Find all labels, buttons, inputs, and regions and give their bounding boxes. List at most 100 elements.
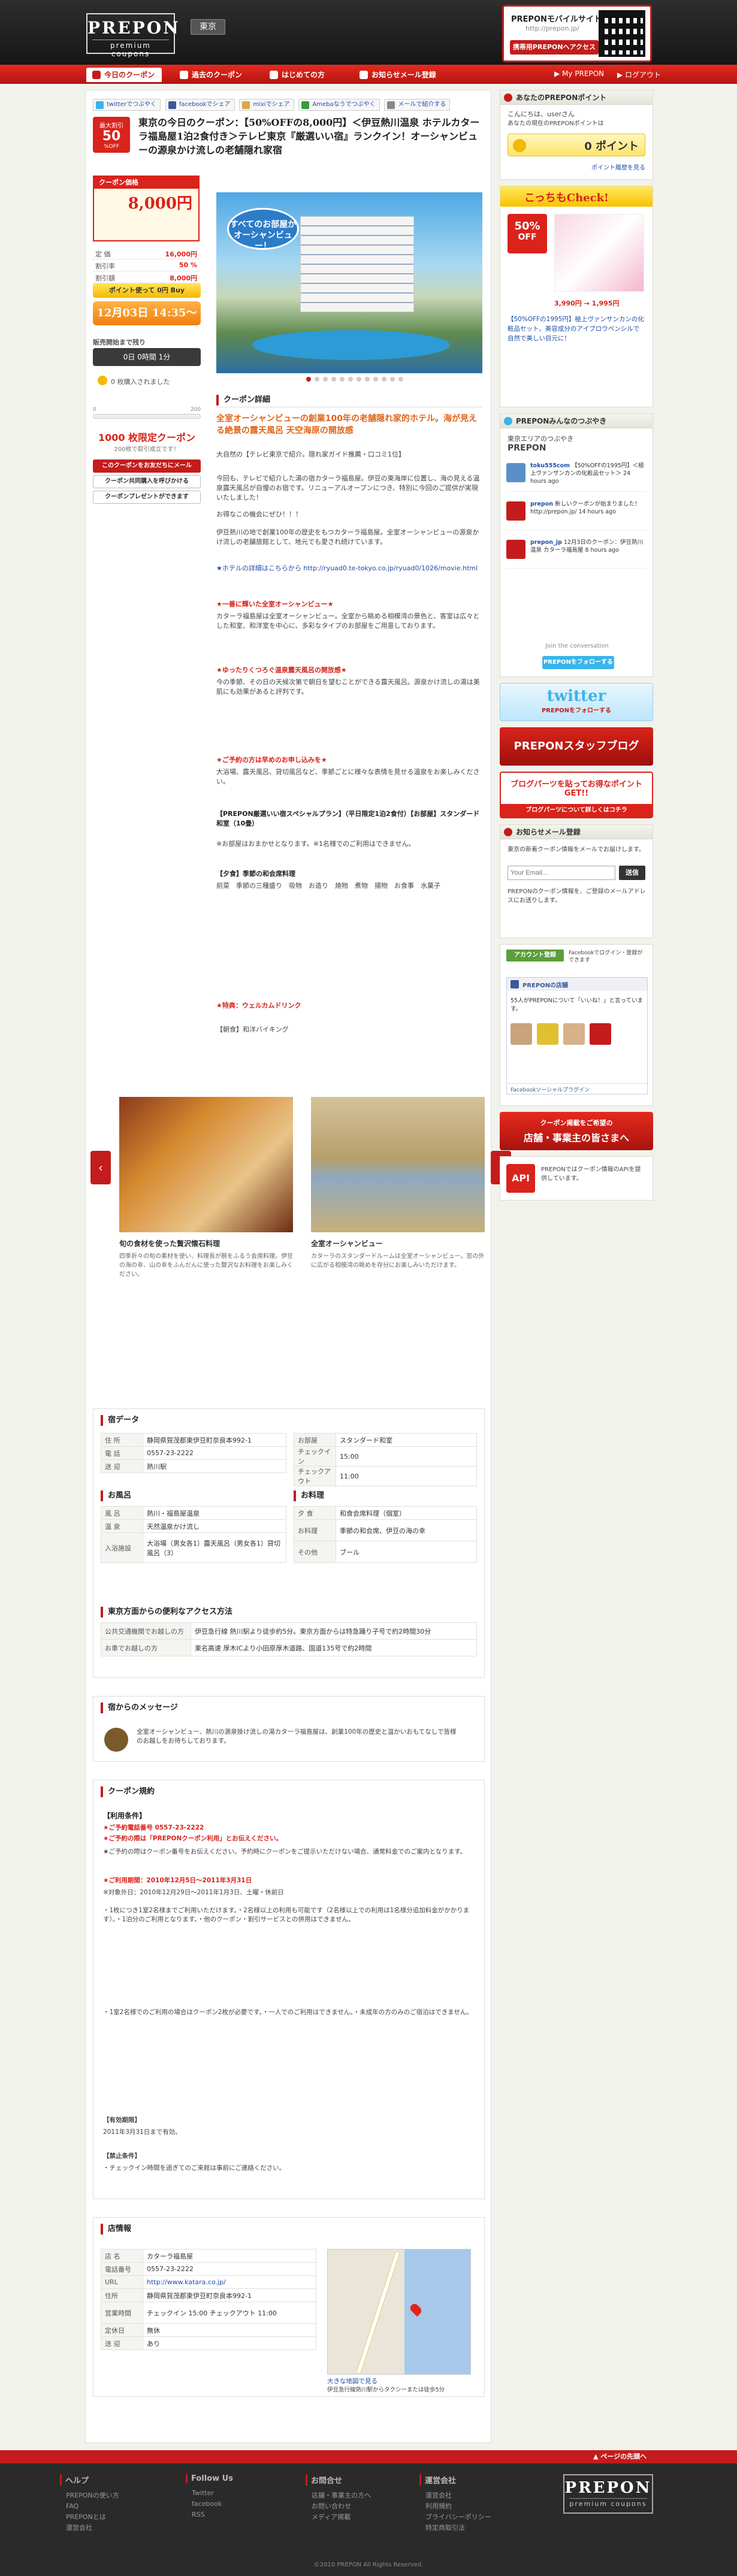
slider-prev-button[interactable]: ‹ — [90, 1151, 111, 1184]
footer-link[interactable]: FAQ — [60, 2501, 168, 2512]
main-nav: 今日のクーポン 過去のクーポン はじめての方 お知らせメール登録 ▶ My PR… — [0, 65, 737, 84]
use-points-button[interactable]: ポイント使って 0円 Buy — [93, 283, 201, 298]
pager-dot[interactable] — [357, 377, 361, 382]
footer-link[interactable]: 特定商取引法 — [419, 2523, 527, 2533]
avatar[interactable] — [506, 463, 525, 482]
avatar[interactable] — [506, 540, 525, 559]
pager-dot[interactable] — [323, 377, 328, 382]
detail-text: 今回も、テレビで紹介した湯の宿カターラ福島屋。伊豆の東海岸に位置し、海の見える温… — [216, 474, 480, 501]
page-top-link[interactable]: ▲ ページの先頭へ — [593, 2450, 659, 2463]
mobile-access-button[interactable]: 携帯用PREPONへアクセス — [510, 40, 599, 55]
footer-link[interactable]: 利用規約 — [419, 2501, 527, 2512]
key: 住 所 — [101, 1433, 143, 1447]
product-image[interactable] — [554, 214, 644, 292]
share-email[interactable]: メールで紹介する — [384, 99, 451, 111]
footer-logo[interactable]: PREPON premium coupons — [563, 2474, 653, 2514]
mobile-url[interactable]: http://prepon.jp/ — [525, 25, 579, 32]
twitter-banner[interactable]: twitter PREPONをフォローする — [500, 683, 653, 721]
footer-link[interactable]: RSS — [186, 2510, 294, 2520]
mail-note: PREPONのクーポン情報を、ご登録のメールアドレスにお送りします。 — [508, 888, 646, 904]
footer-link[interactable]: Twitter — [186, 2488, 294, 2499]
footer-link[interactable]: 店舗・事業主の方へ — [306, 2490, 413, 2501]
pager-dot[interactable] — [340, 377, 345, 382]
store-map[interactable] — [327, 2249, 471, 2375]
footer-col-heading: お問合せ — [306, 2474, 413, 2486]
share-ameba[interactable]: Amebaなうでつぶやく — [298, 99, 380, 111]
avatar[interactable] — [590, 1023, 611, 1045]
pager-dot[interactable] — [306, 377, 311, 382]
footer-link[interactable]: 運営会社 — [60, 2523, 168, 2533]
pager-dot[interactable] — [315, 377, 319, 382]
pager-dot[interactable] — [365, 377, 370, 382]
coin-icon — [513, 139, 526, 152]
footer-link[interactable]: プライバシーポリシー — [419, 2512, 527, 2523]
blog-parts-banner[interactable]: ブログパーツを貼ってお得なポイントGET!! ブログパーツについて詳しくはコチラ — [500, 772, 653, 818]
api-banner[interactable]: API PREPONではクーポン情報のAPIを提供しています。 — [500, 1156, 653, 1201]
hotel-data-box: 宿データ 住 所静岡県賀茂郡東伊豆町奈良本992-1 電 話 0557-23-22… — [93, 1408, 485, 1678]
fb-page-name[interactable]: PREPONの店舗 — [507, 978, 647, 991]
pager-dot[interactable] — [348, 377, 353, 382]
tab-mail-signup[interactable]: お知らせメール登録 — [354, 68, 449, 82]
footer-col-heading: 運営会社 — [419, 2474, 527, 2486]
value: 静岡県賀茂郡東伊豆町奈良本992-1 — [143, 1433, 286, 1447]
tab-past-coupons[interactable]: 過去のクーポン — [174, 68, 252, 82]
my-prepon-link[interactable]: ▶ My PREPON — [554, 69, 604, 78]
detail-lead: 全室オーシャンビューの創業100年の老舗隠れ家的ホテル。海が見える絶景の露天風呂… — [216, 414, 477, 436]
detail-text: 伊豆熱川の地で創業100年の歴史をもつカターラ福島屋。全室オーシャンビューの源泉… — [216, 528, 479, 546]
detail-link[interactable]: ★ホテルの詳細はこちらから http://ryuad0.te-tokyo.co.… — [216, 564, 482, 573]
share-twitter[interactable]: twitterでつぶやく — [93, 99, 161, 111]
footer-link[interactable]: PREPONの使い方 — [60, 2490, 168, 2501]
buy-button[interactable]: 12月03日 14:35～ — [93, 301, 201, 325]
footer-link[interactable]: PREPONとは — [60, 2512, 168, 2523]
account-register-button[interactable]: アカウント登録 — [506, 950, 564, 962]
avatar[interactable] — [511, 1023, 532, 1045]
value: 0557-23-2222 — [143, 2262, 316, 2276]
pager-dot[interactable] — [382, 377, 386, 382]
key: お車でお越しの方 — [101, 1639, 191, 1656]
region-selector[interactable]: 東京 — [191, 19, 225, 35]
pager-dot[interactable] — [331, 377, 336, 382]
fb-plugin-label[interactable]: Facebookソーシャルプラグイン — [507, 1083, 647, 1094]
logout-link[interactable]: ▶ ログアウト — [617, 69, 661, 80]
group-buy-button[interactable]: クーポン共同購入を呼びかける — [93, 475, 201, 488]
mail-friend-button[interactable]: このクーポンをお友だちにメール — [93, 459, 201, 473]
staff-blog-banner[interactable]: PREPONスタッフブログ — [500, 727, 653, 766]
detail-text: 大自然の【テレビ東京で紹介。隠れ家ガイド推薦・口コミ1位】 — [216, 451, 405, 458]
pager-dot[interactable] — [373, 377, 378, 382]
avatar[interactable] — [563, 1023, 585, 1045]
footer-link[interactable]: facebook — [186, 2499, 294, 2510]
tweet-user[interactable]: prepon_jp — [530, 539, 562, 546]
tab-first-time[interactable]: はじめての方 — [264, 68, 342, 82]
footer-link[interactable]: メディア掲載 — [306, 2512, 413, 2523]
share-facebook[interactable]: facebookでシェア — [165, 99, 235, 111]
gift-button[interactable]: クーポンプレゼントができます — [93, 491, 201, 504]
detail-text: 今の季節、その日の天候次第で朝日を望むことができる露天風呂。源泉かけ流しの湯は美… — [216, 678, 480, 696]
avatar[interactable] — [506, 501, 525, 521]
tweet-text: prepon_jp 12月3日のクーポン：伊豆熱川温泉 カターラ福島屋 8 ho… — [530, 539, 644, 554]
photo-slider: ‹ 旬の食材を使った贅沢懐石料理 四季折々の旬の素材を使い、料理長が腕をふるう会… — [90, 1097, 511, 1372]
tweet-user[interactable]: toku555com — [530, 462, 570, 469]
follow-button[interactable]: PREPONをフォローする — [542, 656, 614, 669]
footer-link[interactable]: 運営会社 — [419, 2490, 527, 2501]
facebook-icon — [168, 101, 176, 109]
terms-subheading: 【禁止条件】 — [103, 2152, 141, 2160]
tab-today-coupon[interactable]: 今日のクーポン — [86, 68, 162, 82]
map-large-link[interactable]: 大きな地図で見る — [327, 2377, 471, 2386]
avatar[interactable] — [537, 1023, 558, 1045]
store-recruit-banner[interactable]: クーポン掲載をご希望の 店舗・事業主の皆さまへ — [500, 1112, 653, 1150]
share-mixi[interactable]: mixiでシェア — [239, 99, 294, 111]
pager-dot[interactable] — [398, 377, 403, 382]
pager-dot[interactable] — [390, 377, 395, 382]
site-logo[interactable]: PREPON premium coupons — [86, 13, 179, 58]
point-history-link[interactable]: ポイント履歴を見る — [591, 164, 645, 173]
store-url-link[interactable]: http://www.katara.co.jp/ — [143, 2275, 316, 2289]
join-conversation-link[interactable]: Join the conversation — [500, 642, 654, 651]
fb-count: 55人がPREPONについて「いいね！」と言っています。 — [511, 997, 643, 1012]
email-submit-button[interactable]: 送信 — [619, 866, 645, 880]
twitter-logo: twitter — [546, 687, 606, 705]
share-label: facebookでシェア — [179, 101, 231, 108]
tweet-user[interactable]: prepon — [530, 501, 553, 507]
check-link[interactable]: 【50%OFFの1995円】極上ヴァンサンカンの化粧品セット。美容成分のアイブロ… — [508, 315, 645, 343]
footer-link[interactable]: お問い合わせ — [306, 2501, 413, 2512]
email-input[interactable] — [508, 866, 615, 880]
